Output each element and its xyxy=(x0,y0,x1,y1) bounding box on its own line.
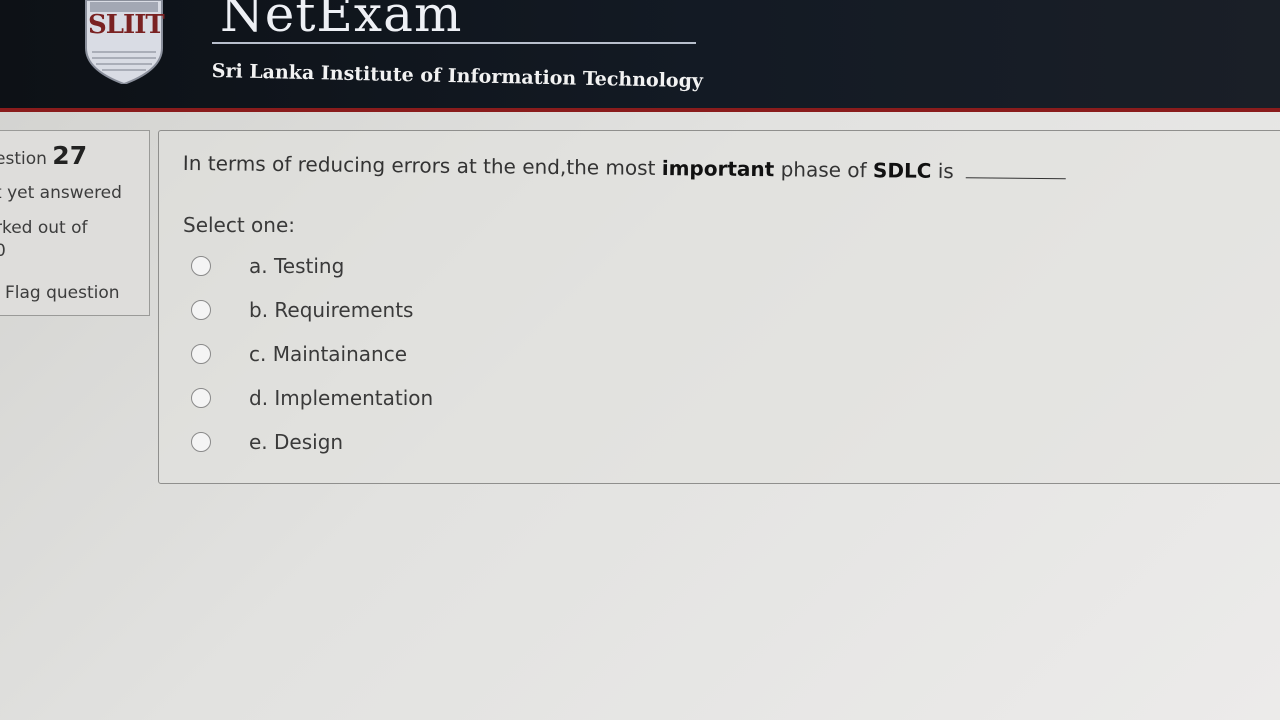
radio-button[interactable] xyxy=(191,344,211,364)
sliit-logo: SLIIT xyxy=(84,0,165,84)
radio-button[interactable] xyxy=(191,388,211,408)
app-title: NetExam xyxy=(220,0,463,43)
question-text-part3: is xyxy=(937,158,954,184)
select-one-label: Select one: xyxy=(183,213,296,237)
option-e[interactable]: e. Design xyxy=(191,427,343,457)
option-a[interactable]: a. Testing xyxy=(191,251,344,281)
question-text-bold2: SDLC xyxy=(872,158,932,183)
option-label: c. Maintainance xyxy=(249,342,408,366)
flag-question-link[interactable]: Flag question xyxy=(5,283,120,303)
option-c[interactable]: c. Maintainance xyxy=(191,339,407,369)
question-text-part2: phase of xyxy=(780,157,867,183)
institute-name: Sri Lanka Institute of Information Techn… xyxy=(211,60,704,93)
title-divider xyxy=(212,42,696,44)
question-state: t yet answered xyxy=(0,183,122,203)
option-label: d. Implementation xyxy=(249,386,434,410)
radio-button[interactable] xyxy=(191,432,211,452)
question-box: In terms of reducing errors at the end,t… xyxy=(158,130,1280,484)
page: SLIIT NetExam Sri Lanka Institute of Inf… xyxy=(0,0,1280,720)
option-d[interactable]: d. Implementation xyxy=(191,383,433,413)
question-text-part1: In terms of reducing errors at the end,t… xyxy=(182,151,656,180)
answer-blank xyxy=(966,177,1067,180)
header: SLIIT NetExam Sri Lanka Institute of Inf… xyxy=(0,0,1280,112)
marked-value: 0 xyxy=(0,241,6,261)
question-text-bold1: important xyxy=(661,156,775,182)
option-label: b. Requirements xyxy=(249,298,414,322)
option-b[interactable]: b. Requirements xyxy=(191,295,413,325)
option-label: e. Design xyxy=(249,430,344,454)
question-text: In terms of reducing errors at the end,t… xyxy=(183,151,1067,184)
question-number-value: 27 xyxy=(52,141,88,170)
option-label: a. Testing xyxy=(249,254,345,278)
question-number: estion 27 xyxy=(0,141,87,170)
question-info: estion 27 t yet answered rked out of 0 F… xyxy=(0,130,150,316)
logo-text: SLIIT xyxy=(88,10,165,40)
radio-button[interactable] xyxy=(191,256,211,276)
question-label: estion xyxy=(0,149,47,169)
radio-button[interactable] xyxy=(191,300,211,320)
marked-label: rked out of xyxy=(0,218,88,238)
